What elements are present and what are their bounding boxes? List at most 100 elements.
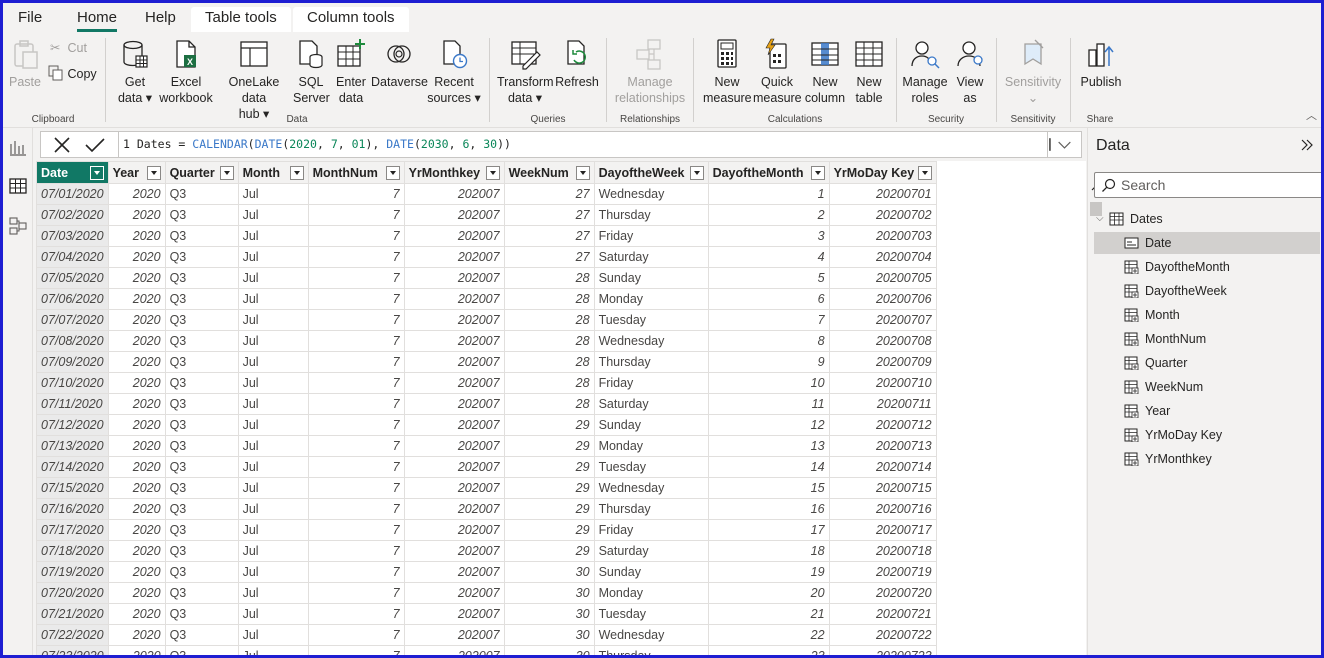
table-cell[interactable]: 2020 <box>107 498 166 520</box>
table-cell[interactable]: Friday <box>593 225 709 247</box>
table-cell[interactable]: Jul <box>237 582 309 604</box>
table-cell[interactable]: 202007 <box>403 267 505 289</box>
table-cell[interactable]: Jul <box>237 414 309 436</box>
table-cell[interactable]: 28 <box>503 330 595 352</box>
table-cell[interactable]: 2020 <box>107 624 166 646</box>
table-cell[interactable]: 20200708 <box>828 330 937 352</box>
table-cell[interactable]: Q3 <box>164 582 239 604</box>
dataverse-button[interactable]: Dataverse <box>371 38 428 90</box>
table-cell[interactable]: 07/09/2020 <box>36 351 109 373</box>
collapse-pane-icon[interactable] <box>1299 137 1315 153</box>
table-cell[interactable]: 28 <box>503 288 595 310</box>
sensitivity-button[interactable]: Sensitivity ⌄ <box>1002 38 1064 106</box>
table-cell[interactable]: 30 <box>503 645 595 655</box>
table-cell[interactable]: 07/18/2020 <box>36 540 109 562</box>
table-cell[interactable]: Jul <box>237 540 309 562</box>
copy-button[interactable]: Copy <box>48 65 97 82</box>
table-cell[interactable]: 202007 <box>403 309 505 331</box>
column-filter-dropdown-icon[interactable] <box>689 166 704 180</box>
table-cell[interactable]: 07/23/2020 <box>36 645 109 655</box>
tree-table-dates[interactable]: ⌵ Dates <box>1096 208 1322 230</box>
table-cell[interactable]: 07/17/2020 <box>36 519 109 541</box>
table-cell[interactable]: 22 <box>707 624 830 646</box>
table-cell[interactable]: Jul <box>237 288 309 310</box>
tab-help[interactable]: Help <box>145 7 176 32</box>
table-cell[interactable]: Sunday <box>593 267 709 289</box>
table-cell[interactable]: Jul <box>237 351 309 373</box>
table-cell[interactable]: 20200705 <box>828 267 937 289</box>
table-cell[interactable]: 10 <box>707 372 830 394</box>
column-filter-dropdown-icon[interactable] <box>917 166 932 180</box>
table-cell[interactable]: 07/21/2020 <box>36 603 109 625</box>
new-column-button[interactable]: New column <box>801 38 849 106</box>
table-cell[interactable]: 2020 <box>107 267 166 289</box>
table-cell[interactable]: 2020 <box>107 246 166 268</box>
table-cell[interactable]: 20200719 <box>828 561 937 583</box>
transform-data-button[interactable]: Transform data ▾ <box>497 38 554 106</box>
table-cell[interactable]: 20200701 <box>828 183 937 205</box>
table-cell[interactable]: Jul <box>237 645 309 655</box>
table-cell[interactable]: 7 <box>307 477 405 499</box>
table-cell[interactable]: 30 <box>503 624 595 646</box>
field-item-year[interactable]: Year <box>1094 400 1320 422</box>
table-cell[interactable]: Monday <box>593 582 709 604</box>
table-cell[interactable]: 3 <box>707 225 830 247</box>
table-cell[interactable]: Jul <box>237 330 309 352</box>
column-filter-dropdown-icon[interactable] <box>289 166 304 180</box>
table-cell[interactable]: 2020 <box>107 645 166 655</box>
onelake-data-hub-button[interactable]: OneLake data hub ▾ <box>215 38 293 122</box>
table-cell[interactable]: 202007 <box>403 603 505 625</box>
table-cell[interactable]: 5 <box>707 267 830 289</box>
table-cell[interactable]: 2020 <box>107 288 166 310</box>
table-cell[interactable]: 2 <box>707 204 830 226</box>
table-cell[interactable]: Q3 <box>164 477 239 499</box>
table-cell[interactable]: 7 <box>307 330 405 352</box>
table-cell[interactable]: 07/16/2020 <box>36 498 109 520</box>
table-cell[interactable]: 2020 <box>107 456 166 478</box>
table-cell[interactable]: 30 <box>503 561 595 583</box>
table-cell[interactable]: 202007 <box>403 624 505 646</box>
table-cell[interactable]: 28 <box>503 372 595 394</box>
table-cell[interactable]: Monday <box>593 288 709 310</box>
table-cell[interactable]: Jul <box>237 393 309 415</box>
table-cell[interactable]: 7 <box>307 204 405 226</box>
refresh-button[interactable]: Refresh <box>555 38 599 90</box>
table-cell[interactable]: 20200704 <box>828 246 937 268</box>
table-cell[interactable]: Q3 <box>164 393 239 415</box>
table-cell[interactable]: Q3 <box>164 246 239 268</box>
table-cell[interactable]: 202007 <box>403 645 505 655</box>
table-cell[interactable]: Jul <box>237 204 309 226</box>
table-cell[interactable]: 29 <box>503 435 595 457</box>
table-cell[interactable]: Tuesday <box>593 603 709 625</box>
column-header-monthnum[interactable]: MonthNum <box>307 161 405 184</box>
table-cell[interactable]: 7 <box>307 435 405 457</box>
table-cell[interactable]: 18 <box>707 540 830 562</box>
collapse-ribbon-icon[interactable]: ︿ <box>1306 107 1317 123</box>
table-view-icon[interactable] <box>7 175 29 197</box>
table-cell[interactable]: Jul <box>237 477 309 499</box>
table-cell[interactable]: 20200711 <box>828 393 937 415</box>
table-cell[interactable]: Jul <box>237 456 309 478</box>
table-cell[interactable]: Jul <box>237 561 309 583</box>
table-cell[interactable]: 29 <box>503 477 595 499</box>
table-cell[interactable]: 2020 <box>107 204 166 226</box>
table-cell[interactable]: 27 <box>503 246 595 268</box>
table-cell[interactable]: 202007 <box>403 561 505 583</box>
table-cell[interactable]: 07/15/2020 <box>36 477 109 499</box>
table-cell[interactable]: 20200716 <box>828 498 937 520</box>
table-cell[interactable]: 07/03/2020 <box>36 225 109 247</box>
table-cell[interactable]: 2020 <box>107 183 166 205</box>
table-cell[interactable]: 30 <box>503 603 595 625</box>
enter-data-button[interactable]: Enter data <box>331 38 371 106</box>
table-cell[interactable]: 8 <box>707 330 830 352</box>
table-cell[interactable]: 7 <box>307 225 405 247</box>
table-cell[interactable]: Q3 <box>164 351 239 373</box>
table-cell[interactable]: 07/01/2020 <box>36 183 109 205</box>
table-cell[interactable]: 202007 <box>403 519 505 541</box>
table-cell[interactable]: 6 <box>707 288 830 310</box>
table-cell[interactable]: 07/22/2020 <box>36 624 109 646</box>
table-cell[interactable]: 27 <box>503 204 595 226</box>
table-cell[interactable]: 27 <box>503 225 595 247</box>
new-measure-button[interactable]: New measure <box>703 38 752 106</box>
field-item-yrmoday-key[interactable]: YrMoDay Key <box>1094 424 1320 446</box>
